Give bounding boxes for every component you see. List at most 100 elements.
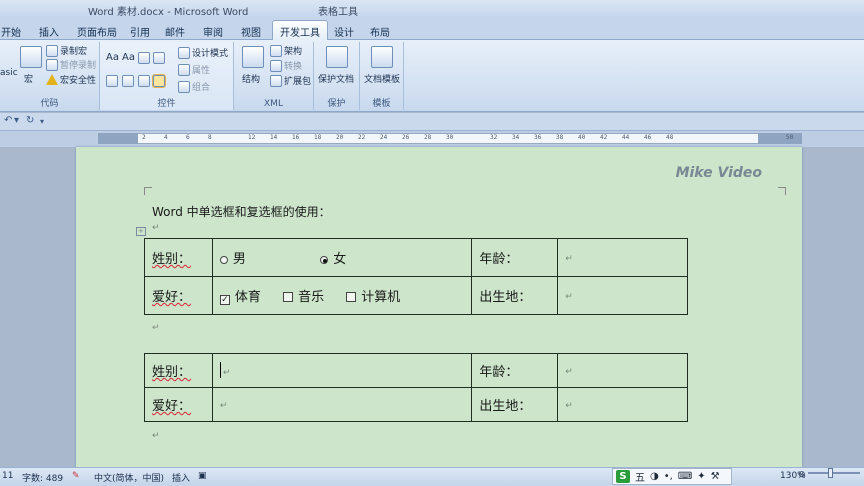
age-label: 年龄： [479, 252, 519, 267]
insert-mode-indicator[interactable]: 插入 [172, 471, 190, 484]
table-cell[interactable]: 爱好： [144, 387, 213, 422]
page-number[interactable]: 11 [2, 471, 13, 481]
tab-developer[interactable]: 开发工具 [272, 20, 328, 41]
date-picker-control-icon[interactable] [122, 75, 134, 87]
pause-record-button[interactable]: 暂停录制 [46, 58, 96, 71]
text-control[interactable]: Aa [122, 52, 135, 63]
record-macro-button[interactable]: 录制宏 [46, 44, 87, 57]
checkbox-computer[interactable]: 计算机 [346, 290, 400, 305]
table-cell[interactable]: 年龄： [471, 238, 559, 277]
customize-toolbar-icon[interactable]: ▾ [40, 117, 44, 126]
document-heading: Word 中单选框和复选框的使用： [152, 205, 331, 219]
tab-references[interactable]: 引用 [128, 21, 152, 40]
tab-page-layout[interactable]: 页面布局 [73, 21, 121, 40]
table-cell[interactable]: 出生地： [471, 387, 559, 422]
zoom-slider-knob[interactable] [828, 468, 833, 478]
table-row: 姓别： 男 女 年龄： ↵ [144, 238, 688, 277]
zoom-slider[interactable] [808, 468, 860, 478]
combo-box-control-icon[interactable] [153, 52, 165, 64]
checkbox-sports[interactable]: ✓ 体育 [219, 290, 261, 305]
settings-icon[interactable]: ✦ [697, 471, 705, 482]
title-bar: Word 素材.docx - Microsoft Word 表格工具 [0, 0, 864, 18]
ruler-tick: 36 [534, 134, 542, 141]
status-bar: 11 字数: 489 ✎ 中文(简体，中国) 插入 ▣ 130% ⊖ [0, 467, 864, 486]
table-cell[interactable]: 爱好： [144, 276, 213, 315]
radio-male[interactable]: 男 [219, 252, 246, 267]
building-block-control-icon[interactable] [138, 75, 150, 87]
punctuation-icon[interactable]: •, [664, 471, 673, 482]
proofing-icon[interactable]: ✎ [72, 471, 80, 481]
gender-input-cell[interactable]: ↵ [211, 353, 473, 388]
rich-text-control[interactable]: Aa [106, 52, 119, 63]
checkbox-unchecked-icon [346, 292, 357, 302]
picture-control-icon[interactable] [138, 52, 150, 64]
macro-security-button[interactable]: 宏安全性 [46, 73, 96, 86]
ruler-tick: 22 [358, 134, 366, 141]
structure-label: 结构 [242, 75, 261, 85]
macro-record-icon[interactable]: ▣ [198, 471, 207, 481]
ribbon: asic 宏 录制宏 暂停录制 宏安全性 代码 Aa Aa 设计模式 属性 组合… [0, 40, 864, 112]
group-button[interactable]: 组合 [178, 80, 210, 93]
document-page[interactable]: Mike Video Word 中单选框和复选框的使用： ↵ + 姓别： 男 女… [76, 147, 802, 467]
ruler-tick: 40 [578, 134, 586, 141]
half-width-icon[interactable]: ◑ [650, 471, 659, 482]
record-macro-label: 录制宏 [60, 47, 88, 57]
macro-button[interactable]: 宏 [24, 72, 33, 85]
redo-icon[interactable]: ↻ [26, 115, 34, 126]
paragraph-mark: ↵ [152, 223, 160, 233]
undo-dropdown-icon[interactable]: ▾ [14, 115, 19, 126]
expansion-pack-icon [270, 74, 282, 87]
cell-mark: ↵ [222, 368, 231, 378]
tab-design[interactable]: 设计 [332, 21, 356, 40]
table-cell[interactable]: 年龄： [471, 353, 559, 388]
protect-document-button[interactable]: 保护文档 [318, 72, 354, 85]
expansion-pack-button[interactable]: 扩展包 [270, 74, 311, 87]
tab-layout[interactable]: 布局 [368, 21, 392, 40]
visual-basic-button[interactable]: asic [0, 68, 18, 78]
code-group: asic 宏 录制宏 暂停录制 宏安全性 代码 [0, 42, 100, 110]
horizontal-ruler: 2 4 6 8 12 14 16 18 20 22 24 26 28 30 32… [0, 131, 864, 147]
dropdown-control-icon[interactable] [106, 75, 118, 87]
xml-group: 结构 架构 转换 扩展包 XML [234, 42, 314, 110]
tab-review[interactable]: 审阅 [200, 21, 226, 40]
schema-button[interactable]: 架构 [270, 44, 302, 57]
legacy-tools-icon[interactable] [152, 74, 166, 88]
ime-toolbar[interactable]: S 五 ◑ •, ⌨ ✦ ⚒ [612, 468, 732, 485]
birthplace-label: 出生地： [479, 290, 532, 305]
ime-mode[interactable]: 五 [635, 469, 645, 484]
schema-icon [270, 44, 282, 57]
undo-icon[interactable]: ↶ [4, 115, 12, 126]
hobby-input-cell[interactable]: ↵ [211, 387, 473, 422]
keyboard-icon[interactable]: ⌨ [678, 471, 692, 482]
radio-female[interactable]: 女 [320, 252, 346, 267]
document-template-button[interactable]: 文档模板 [364, 72, 400, 85]
table-cell[interactable]: 出生地： [471, 276, 559, 315]
document-template-label: 文档模板 [364, 75, 401, 85]
design-mode-button[interactable]: 设计模式 [178, 46, 228, 59]
table-move-handle-icon[interactable]: + [136, 227, 146, 236]
table-cell[interactable]: 姓别： [144, 238, 213, 277]
tab-mailings[interactable]: 邮件 [162, 21, 188, 40]
tab-home[interactable]: 开始 [0, 21, 22, 40]
language-indicator[interactable]: 中文(简体，中国) [94, 471, 164, 484]
age-input-cell[interactable]: ↵ [557, 238, 688, 277]
transform-button[interactable]: 转换 [270, 59, 302, 72]
checkbox-music[interactable]: 音乐 [283, 290, 324, 305]
birthplace-input-cell[interactable]: ↵ [557, 276, 688, 315]
zoom-out-icon[interactable]: ⊖ [798, 470, 806, 480]
tools-icon[interactable]: ⚒ [711, 471, 720, 482]
word-count[interactable]: 字数: 489 [22, 471, 63, 484]
age-input-cell[interactable]: ↵ [557, 353, 688, 388]
table-cell[interactable]: 姓别： [144, 353, 213, 388]
tab-view[interactable]: 视图 [238, 21, 264, 40]
properties-label: 属性 [192, 66, 211, 76]
checkbox-computer-label: 计算机 [361, 290, 401, 305]
pause-icon [46, 58, 58, 71]
birthplace-input-cell[interactable]: ↵ [557, 387, 688, 422]
tab-insert[interactable]: 插入 [34, 21, 64, 40]
structure-button[interactable]: 结构 [242, 72, 260, 85]
properties-button[interactable]: 属性 [178, 63, 210, 76]
pause-record-label: 暂停录制 [60, 61, 97, 71]
ruler-tick: 6 [186, 134, 190, 141]
form-table-2: 姓别： ↵ 年龄： ↵ 爱好： ↵ 出生地： ↵ [144, 353, 688, 422]
